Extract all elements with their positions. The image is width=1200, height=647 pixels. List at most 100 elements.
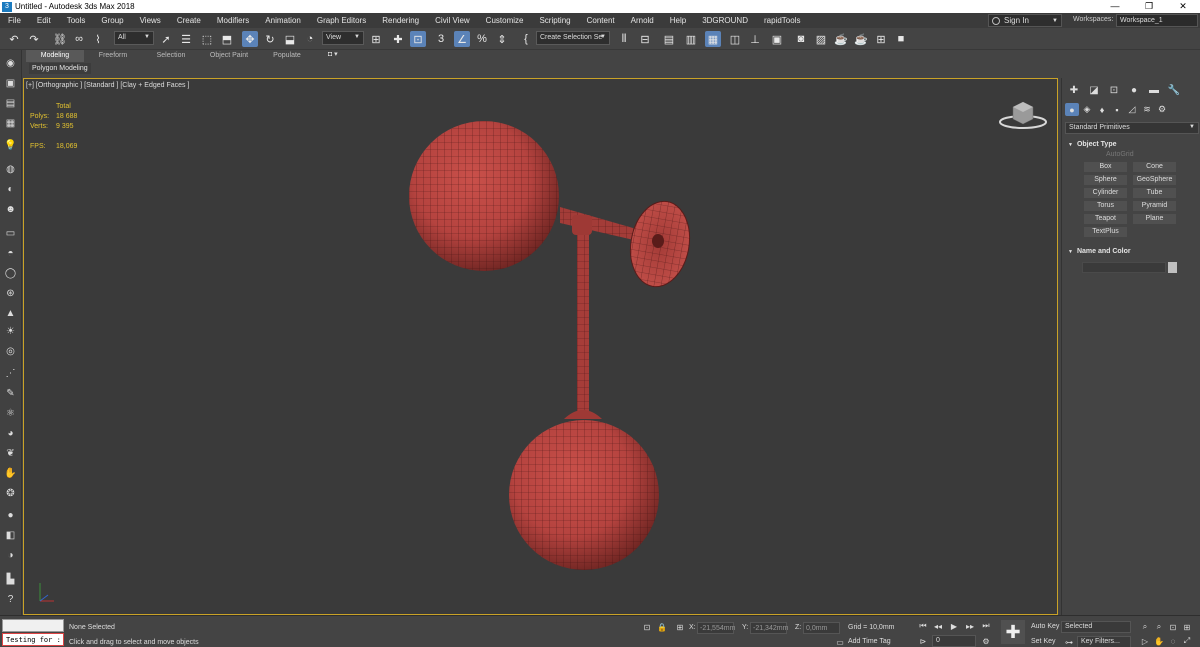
add-time-tag-button[interactable]: Add Time Tag bbox=[848, 638, 891, 645]
undo-icon[interactable]: ↶ bbox=[6, 31, 22, 47]
dome-icon[interactable]: ◓ bbox=[3, 246, 18, 261]
create-textplus-button[interactable]: TextPlus bbox=[1084, 227, 1127, 237]
edit-named-selection-icon[interactable]: { bbox=[518, 31, 534, 47]
zoom-all-icon[interactable]: ⌕ bbox=[1153, 621, 1165, 633]
primitive-type-dropdown[interactable]: Standard Primitives ▼ bbox=[1065, 122, 1199, 134]
select-manipulate-icon[interactable]: ✚ bbox=[390, 31, 406, 47]
menu-scripting[interactable]: Scripting bbox=[531, 16, 578, 25]
ribbon-tab-selection[interactable]: Selection bbox=[142, 50, 200, 62]
selection-region-icon[interactable]: ⬚ bbox=[199, 31, 215, 47]
ring-icon[interactable]: ◯ bbox=[3, 266, 18, 281]
create-tube-button[interactable]: Tube bbox=[1133, 188, 1176, 198]
selection-filter-select[interactable]: All ▼ bbox=[114, 31, 154, 45]
align-icon[interactable]: ⊟ bbox=[637, 31, 653, 47]
x-coord-field[interactable]: -21,554mm bbox=[697, 622, 735, 634]
plugin-icon[interactable]: ■ bbox=[893, 31, 909, 47]
sign-in-button[interactable]: Sign In ▼ bbox=[988, 14, 1062, 27]
set-key-button[interactable]: Set Key bbox=[1028, 636, 1059, 647]
previous-frame-icon[interactable]: ◂◂ bbox=[932, 620, 944, 632]
help-icon[interactable]: ? bbox=[3, 592, 18, 607]
maxscript-output[interactable]: Testing for : bbox=[2, 633, 64, 646]
ribbon-tab-freeform[interactable]: Freeform bbox=[84, 50, 142, 62]
toggle-icon[interactable]: ◑ bbox=[3, 548, 18, 563]
render-cube-icon[interactable]: ◧ bbox=[3, 528, 18, 543]
window-crossing-icon[interactable]: ⬒ bbox=[219, 31, 235, 47]
material-editor-icon[interactable]: ▣ bbox=[769, 31, 785, 47]
menu-rapidtools[interactable]: rapidTools bbox=[756, 16, 808, 25]
render-cloud-icon[interactable]: ⊞ bbox=[873, 31, 889, 47]
bulb-icon[interactable]: 💡 bbox=[3, 138, 18, 153]
ribbon-panel-polygon-modeling[interactable]: Polygon Modeling bbox=[29, 63, 91, 74]
ribbon-tab-populate[interactable]: Populate bbox=[258, 50, 316, 62]
orbit-icon[interactable]: ◌ bbox=[1167, 635, 1179, 647]
key-mode-select[interactable]: Selected bbox=[1061, 621, 1131, 633]
play-icon[interactable]: ▶ bbox=[948, 620, 960, 632]
go-to-end-icon[interactable]: ⏭ bbox=[980, 620, 992, 632]
select-and-rotate-icon[interactable]: ↻ bbox=[262, 31, 278, 47]
layer-list-icon[interactable]: ▤ bbox=[3, 96, 18, 111]
create-tab-icon[interactable]: ✚ bbox=[1065, 83, 1083, 98]
create-plane-button[interactable]: Plane bbox=[1133, 214, 1176, 224]
globe-icon[interactable]: ◕ bbox=[3, 426, 18, 441]
geometry-category-icon[interactable]: ● bbox=[1065, 103, 1079, 116]
create-cylinder-button[interactable]: Cylinder bbox=[1084, 188, 1127, 198]
menu-graph-editors[interactable]: Graph Editors bbox=[309, 16, 374, 25]
box-icon[interactable]: ▭ bbox=[3, 226, 18, 241]
mesh-icon[interactable]: ⚛ bbox=[3, 406, 18, 421]
menu-animation[interactable]: Animation bbox=[257, 16, 309, 25]
reference-coordinate-select[interactable]: View ▼ bbox=[322, 31, 364, 45]
viewcube-icon[interactable] bbox=[998, 99, 1048, 129]
set-key-big-icon[interactable]: ✚ bbox=[1001, 620, 1025, 644]
menu-content[interactable]: Content bbox=[579, 16, 623, 25]
mirror-icon[interactable]: ⫴ bbox=[616, 31, 632, 47]
workspace-select[interactable]: Workspace_1 bbox=[1116, 14, 1198, 27]
create-geosphere-button[interactable]: GeoSphere bbox=[1133, 175, 1176, 185]
menu-customize[interactable]: Customize bbox=[478, 16, 532, 25]
sphere-gizmo-icon[interactable]: ◍ bbox=[3, 162, 18, 177]
material-ball-icon[interactable]: ● bbox=[3, 508, 18, 523]
link-icon[interactable]: ⛓ bbox=[52, 31, 68, 47]
minimize-button[interactable]: — bbox=[1098, 0, 1132, 13]
schematic-view-icon[interactable]: ⊥ bbox=[747, 31, 763, 47]
motion-tab-icon[interactable]: ● bbox=[1125, 83, 1143, 98]
redo-icon[interactable]: ↷ bbox=[26, 31, 42, 47]
menu-help[interactable]: Help bbox=[662, 16, 694, 25]
maximize-viewport-icon[interactable]: ⤢ bbox=[1181, 635, 1193, 647]
rendered-frame-window-icon[interactable]: ▨ bbox=[813, 31, 829, 47]
time-config-icon[interactable]: ⚙ bbox=[980, 635, 992, 647]
utilities-tab-icon[interactable]: 🔧 bbox=[1165, 83, 1183, 98]
ribbon-tab-modeling[interactable]: Modeling bbox=[26, 50, 84, 62]
close-button[interactable]: ✕ bbox=[1166, 0, 1200, 13]
select-and-scale-icon[interactable]: ⬓ bbox=[282, 31, 298, 47]
menu-create[interactable]: Create bbox=[169, 16, 209, 25]
file-icon[interactable]: ▙ bbox=[3, 572, 18, 587]
table-icon[interactable]: ▦ bbox=[3, 116, 18, 131]
pivot-center-icon[interactable]: ⊞ bbox=[368, 31, 384, 47]
maxscript-listener-input[interactable] bbox=[2, 619, 64, 632]
camera-icon[interactable]: ◐ bbox=[3, 182, 18, 197]
zoom-icon[interactable]: ⌕ bbox=[1139, 621, 1151, 633]
select-object-icon[interactable]: ➚ bbox=[158, 31, 174, 47]
pan-icon[interactable]: ✋ bbox=[1153, 635, 1165, 647]
grid-icon[interactable]: ⋰ bbox=[3, 366, 18, 381]
isolate-selection-icon[interactable]: ⊡ bbox=[641, 621, 653, 633]
bind-space-warp-icon[interactable]: ⌇ bbox=[90, 31, 106, 47]
named-selection-set-select[interactable]: Create Selection Se ▼ bbox=[536, 31, 610, 45]
key-mode-icon[interactable]: ⊳ bbox=[917, 635, 929, 647]
object-name-field[interactable] bbox=[1082, 262, 1166, 273]
create-torus-button[interactable]: Torus bbox=[1084, 201, 1127, 211]
menu-file[interactable]: File bbox=[0, 16, 29, 25]
menu-views[interactable]: Views bbox=[132, 16, 169, 25]
auto-key-button[interactable]: Auto Key bbox=[1028, 621, 1062, 633]
time-tag-icon[interactable]: ▭ bbox=[834, 636, 846, 647]
menu-civil-view[interactable]: Civil View bbox=[427, 16, 478, 25]
menu-group[interactable]: Group bbox=[93, 16, 131, 25]
select-and-move-icon[interactable]: ✥ bbox=[242, 31, 258, 47]
ribbon-options-icon[interactable]: ◘ ▾ bbox=[328, 50, 338, 58]
render-setup-icon[interactable]: ◙ bbox=[793, 31, 809, 47]
menu-3dground[interactable]: 3DGROUND bbox=[694, 16, 756, 25]
create-sphere-button[interactable]: Sphere bbox=[1084, 175, 1127, 185]
lens-icon[interactable]: ◎ bbox=[3, 344, 18, 359]
object-type-rollout-header[interactable]: ▼ Object Type bbox=[1065, 139, 1199, 151]
transform-mode-icon[interactable]: ⊞ bbox=[674, 621, 686, 633]
